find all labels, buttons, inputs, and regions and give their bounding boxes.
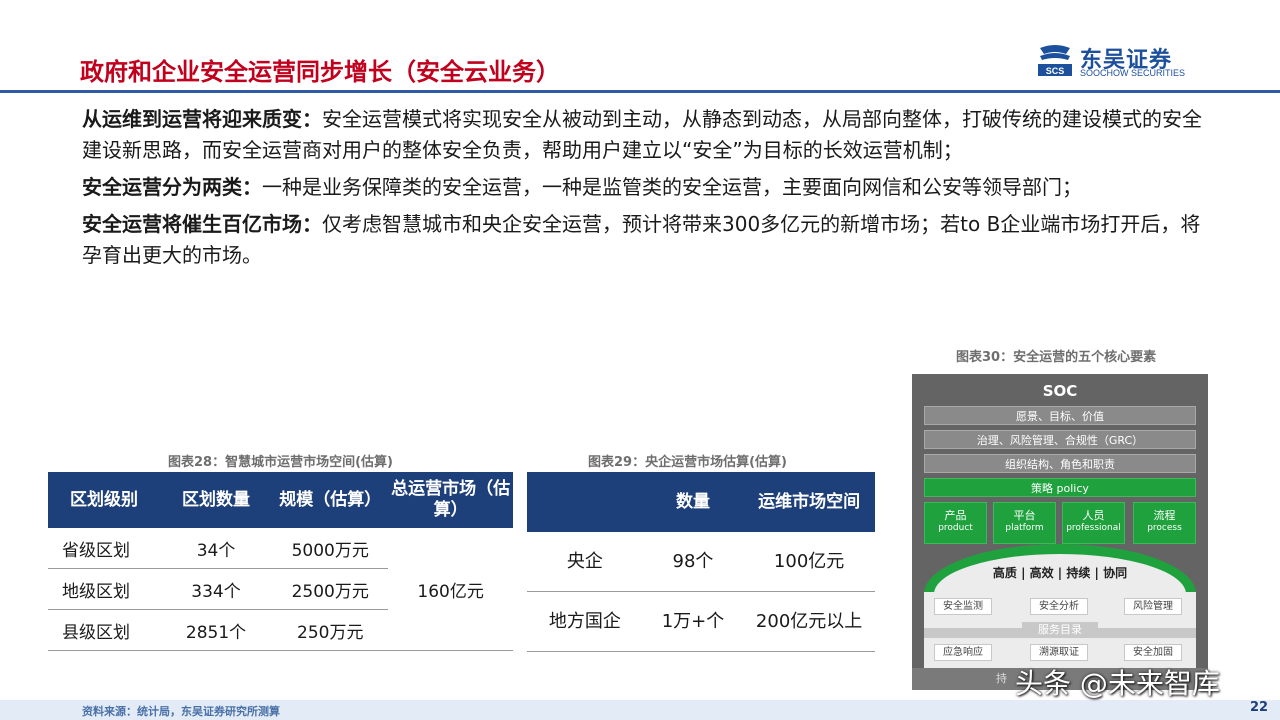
table-cell: 1万+个	[642, 591, 744, 652]
column-header: 区划数量	[159, 472, 273, 528]
table-cell: 334个	[159, 568, 273, 610]
table-row: 地方国企 1万+个 200亿元以上	[527, 591, 875, 652]
svg-text:SCS: SCS	[1046, 66, 1065, 76]
service-chip: 溯源取证	[1030, 644, 1088, 661]
soe-market-table: 数量 运维市场空间 央企 98个 100亿元 地方国企 1万+个 200亿元以上	[527, 472, 875, 652]
pillar-product: 产品 product	[924, 502, 987, 544]
pillar-en: process	[1147, 523, 1182, 533]
pillar-cn: 流程	[1153, 509, 1176, 522]
column-header: 区划级别	[48, 472, 160, 528]
column-header: 规模（估算）	[272, 472, 389, 528]
pillar-en: product	[938, 523, 973, 533]
pillar-en: platform	[1005, 523, 1044, 533]
paragraph-sep: ：	[302, 212, 322, 236]
table-header-row: 数量 运维市场空间	[527, 472, 875, 532]
table-cell: 地方国企	[527, 591, 643, 652]
service-chip: 安全加固	[1124, 644, 1182, 661]
smart-city-market-table: 区划级别 区划数量 规模（估算） 总运营市场（估算） 省级区划 34个 5000…	[48, 472, 513, 651]
paragraph: 从运维到运营将迎来质变：安全运营模式将实现安全从被动到主动，从静态到动态，从局部…	[82, 104, 1202, 166]
table-cell: 2500万元	[272, 568, 389, 610]
table28-caption: 图表28：智慧城市运营市场空间(估算)	[168, 455, 393, 470]
paragraph-lead: 从运维到运营将迎来质变	[82, 107, 302, 131]
paragraph-lead: 安全运营将催生百亿市场	[82, 212, 302, 236]
page-title: 政府和企业安全运营同步增长（安全云业务）	[80, 58, 560, 86]
total-market-cell: 160亿元	[388, 528, 513, 651]
table-cell: 省级区划	[48, 528, 160, 569]
logo-name-en: SOOCHOW SECURITIES	[1080, 68, 1186, 78]
paragraph-lead: 安全运营分为两类	[82, 175, 242, 199]
soc-diagram: SOC 愿景、目标、价值 治理、风险管理、合规性（GRC） 组织结构、角色和职责…	[912, 374, 1208, 690]
service-chip: 安全分析	[1030, 598, 1088, 615]
table-cell: 98个	[642, 532, 744, 592]
table-cell: 250万元	[272, 609, 389, 651]
soc-title: SOC	[1042, 382, 1078, 400]
soc-layer-grc: 治理、风险管理、合规性（GRC）	[924, 430, 1196, 449]
pillar-cn: 人员	[1082, 509, 1105, 522]
service-chip: 应急响应	[934, 644, 992, 661]
table-row: 央企 98个 100亿元	[527, 532, 875, 592]
column-header: 运维市场空间	[743, 472, 875, 532]
table-cell: 县级区划	[48, 609, 160, 651]
paragraph: 安全运营分为两类：一种是业务保障类的安全运营，一种是监管类的安全运营，主要面向网…	[82, 172, 1202, 203]
scs-logo-icon: SCS	[1038, 45, 1072, 76]
title-divider	[0, 90, 1280, 93]
pillar-platform: 平台 platform	[993, 502, 1056, 544]
watermark: 头条 @未来智库	[1015, 667, 1220, 700]
table-cell: 100亿元	[743, 532, 875, 592]
soc-layer-policy: 策略 policy	[924, 478, 1196, 497]
table-cell: 地级区划	[48, 568, 160, 610]
table-row: 省级区划 34个 5000万元 160亿元	[48, 528, 513, 651]
column-header: 数量	[642, 472, 744, 532]
pillar-cn: 产品	[944, 509, 967, 522]
paragraph-sep: ：	[302, 107, 322, 131]
soc-layer-vision: 愿景、目标、价值	[924, 406, 1196, 425]
source-note: 资料来源：统计局，东吴证券研究所测算	[82, 705, 280, 718]
body-text: 从运维到运营将迎来质变：安全运营模式将实现安全从被动到主动，从静态到动态，从局部…	[82, 104, 1202, 277]
soc-layer-org: 组织结构、角色和职责	[924, 454, 1196, 473]
column-header: 总运营市场（估算）	[388, 472, 513, 528]
pillar-en: professional	[1066, 523, 1121, 533]
table-cell: 2851个	[159, 609, 273, 651]
paragraph-text: 一种是业务保障类的安全运营，一种是监管类的安全运营，主要面向网信和公安等领导部门…	[262, 175, 1082, 199]
paragraph: 安全运营将催生百亿市场：仅考虑智慧城市和央企安全运营，预计将带来300多亿元的新…	[82, 209, 1202, 271]
service-catalog-label: 服务目录	[1022, 622, 1098, 638]
service-chip: 安全监测	[934, 598, 992, 615]
figure30-caption: 图表30：安全运营的五个核心要素	[956, 350, 1157, 365]
pillar-cn: 平台	[1013, 509, 1036, 522]
pillar-process: 流程 process	[1133, 502, 1196, 544]
service-chip: 风险管理	[1124, 598, 1182, 615]
page-number: 22	[1250, 700, 1269, 715]
table-cell: 5000万元	[272, 528, 389, 569]
table29-caption: 图表29：央企运营市场估算(估算)	[588, 455, 787, 470]
table-header-row: 区划级别 区划数量 规模（估算） 总运营市场（估算）	[48, 472, 513, 528]
column-header	[527, 472, 643, 532]
company-logo: SCS 东吴证券 SOOCHOW SECURITIES	[1036, 44, 1216, 80]
table-cell: 34个	[159, 528, 273, 569]
pillar-professional: 人员 professional	[1062, 502, 1125, 544]
soc-qualities: 高质 | 高效 | 持续 | 协同	[992, 566, 1128, 580]
table-cell: 央企	[527, 532, 643, 592]
paragraph-sep: ：	[242, 175, 262, 199]
table-cell: 200亿元以上	[743, 591, 875, 652]
